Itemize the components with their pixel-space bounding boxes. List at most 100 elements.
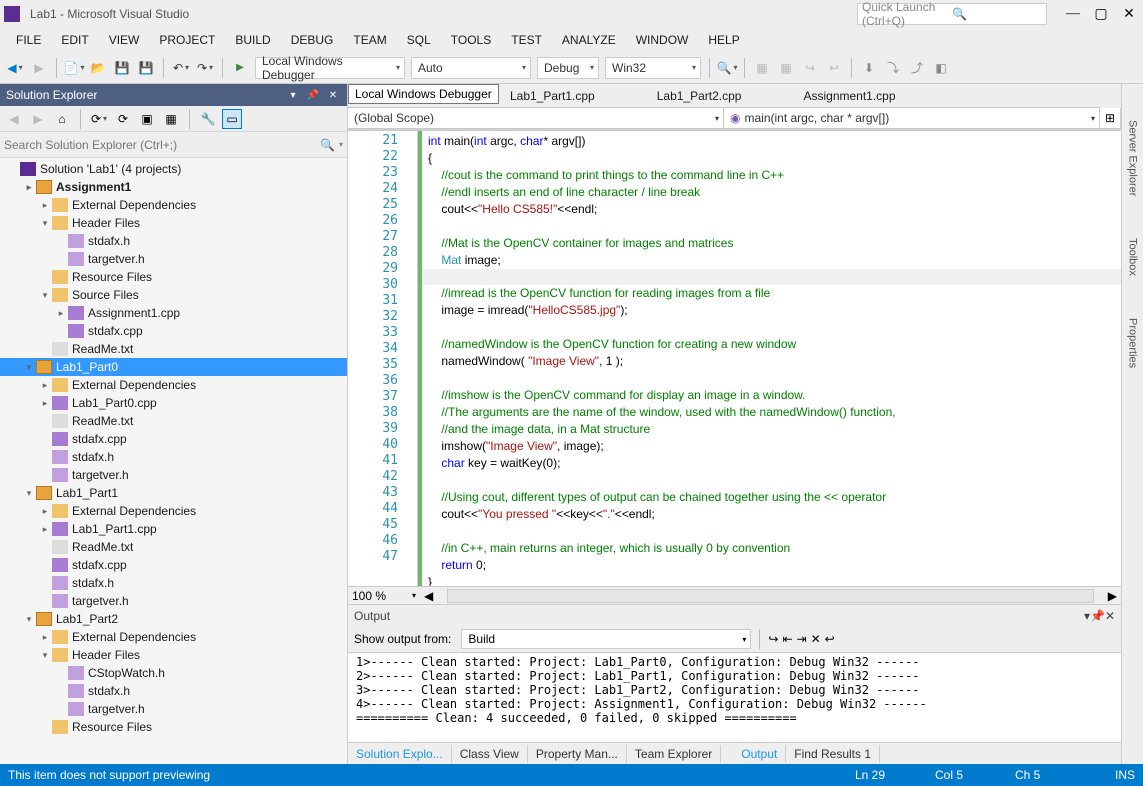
redo-button[interactable]: ↷ xyxy=(194,57,216,79)
step-into-button[interactable]: ⤵ xyxy=(882,57,904,79)
tree-node[interactable]: Solution 'Lab1' (4 projects) xyxy=(0,160,347,178)
tree-node[interactable]: targetver.h xyxy=(0,700,347,718)
tree-node[interactable]: ▸Assignment1 xyxy=(0,178,347,196)
back-icon[interactable]: ◀ xyxy=(4,109,24,129)
nav-fwd-button[interactable]: ▶ xyxy=(28,57,50,79)
tree-node[interactable]: ▾Header Files xyxy=(0,646,347,664)
maximize-button[interactable]: ▢ xyxy=(1091,4,1111,24)
menu-tools[interactable]: TOOLS xyxy=(441,30,501,50)
output-close-icon[interactable]: ✕ xyxy=(1105,609,1115,623)
minimize-button[interactable]: — xyxy=(1063,4,1083,24)
bottom-tab[interactable]: Output xyxy=(733,745,786,763)
editor-tab[interactable]: Assignment1.cpp xyxy=(791,86,907,106)
search-dropdown-icon[interactable]: ▾ xyxy=(339,140,343,149)
nav-back-button[interactable]: ◀ xyxy=(4,57,26,79)
refresh-icon[interactable]: ⟳ xyxy=(113,109,133,129)
tree-node[interactable]: stdafx.h xyxy=(0,448,347,466)
tree-node[interactable]: targetver.h xyxy=(0,466,347,484)
output-from-dropdown[interactable]: Build xyxy=(461,629,751,649)
goto-icon[interactable]: ↪ xyxy=(768,632,778,646)
menu-analyze[interactable]: ANALYZE xyxy=(552,30,626,50)
menu-team[interactable]: TEAM xyxy=(343,30,396,50)
tree-node[interactable]: ▾Source Files xyxy=(0,286,347,304)
quick-launch-input[interactable]: Quick Launch (Ctrl+Q) 🔍 xyxy=(857,3,1047,25)
next-msg-icon[interactable]: ⇥ xyxy=(797,632,807,646)
solution-tree[interactable]: Solution 'Lab1' (4 projects)▸Assignment1… xyxy=(0,158,347,764)
tree-node[interactable]: ▾Lab1_Part2 xyxy=(0,610,347,628)
rail-tab[interactable]: Properties xyxy=(1125,312,1141,374)
tree-node[interactable]: stdafx.h xyxy=(0,232,347,250)
tree-node[interactable]: ▸External Dependencies xyxy=(0,376,347,394)
scroll-right-icon[interactable]: ▶ xyxy=(1108,589,1117,603)
tree-node[interactable]: ▸External Dependencies xyxy=(0,628,347,646)
comment-button[interactable]: ▦ xyxy=(751,57,773,79)
menu-test[interactable]: TEST xyxy=(501,30,552,50)
sync-icon[interactable]: ⟳ xyxy=(89,109,109,129)
scope-dropdown[interactable]: (Global Scope) xyxy=(347,107,724,129)
save-all-button[interactable]: 💾 xyxy=(135,57,157,79)
prev-msg-icon[interactable]: ⇤ xyxy=(782,632,792,646)
solution-config-dropdown[interactable]: Auto xyxy=(411,57,531,79)
home-icon[interactable]: ⌂ xyxy=(52,109,72,129)
preview-icon[interactable]: ▭ xyxy=(222,109,242,129)
tree-node[interactable]: stdafx.cpp xyxy=(0,430,347,448)
tree-node[interactable]: stdafx.h xyxy=(0,682,347,700)
tree-node[interactable]: ▸Lab1_Part1.cpp xyxy=(0,520,347,538)
tree-node[interactable]: stdafx.h xyxy=(0,574,347,592)
tree-node[interactable]: CStopWatch.h xyxy=(0,664,347,682)
output-body[interactable]: 1>------ Clean started: Project: Lab1_Pa… xyxy=(348,652,1121,742)
open-file-button[interactable]: 📂 xyxy=(87,57,109,79)
panel-dropdown-icon[interactable]: ▾ xyxy=(285,87,301,103)
code-body[interactable]: int main(int argc, char* argv[]) { //cou… xyxy=(422,131,1121,586)
indent-button[interactable]: ↪ xyxy=(799,57,821,79)
bottom-tab[interactable]: Find Results 1 xyxy=(786,745,880,763)
tree-node[interactable]: Resource Files xyxy=(0,718,347,736)
show-all-icon[interactable]: ▦ xyxy=(161,109,181,129)
editor-tab[interactable]: Lab1_Part2.cpp xyxy=(645,86,754,106)
menu-sql[interactable]: SQL xyxy=(397,30,441,50)
zoom-dropdown-icon[interactable]: ▾ xyxy=(412,591,416,600)
bottom-tab[interactable]: Property Man... xyxy=(528,745,627,763)
split-icon[interactable]: ⊞ xyxy=(1099,107,1121,129)
start-debug-button[interactable]: ▶ xyxy=(229,57,251,79)
clear-icon[interactable]: ✕ xyxy=(811,632,821,646)
tree-node[interactable]: stdafx.cpp xyxy=(0,556,347,574)
menu-window[interactable]: WINDOW xyxy=(626,30,699,50)
pin-icon[interactable]: 📌 xyxy=(305,87,321,103)
outdent-button[interactable]: ↩ xyxy=(823,57,845,79)
menu-edit[interactable]: EDIT xyxy=(51,30,98,50)
menu-debug[interactable]: DEBUG xyxy=(281,30,344,50)
tree-node[interactable]: ▾Lab1_Part1 xyxy=(0,484,347,502)
collapse-icon[interactable]: ▣ xyxy=(137,109,157,129)
tree-node[interactable]: ▸External Dependencies xyxy=(0,196,347,214)
rail-tab[interactable]: Toolbox xyxy=(1125,232,1141,282)
fwd-icon[interactable]: ▶ xyxy=(28,109,48,129)
horizontal-scrollbar[interactable] xyxy=(447,589,1094,603)
step-out-button[interactable]: ⤴ xyxy=(906,57,928,79)
bottom-tab[interactable]: Class View xyxy=(452,745,528,763)
menu-file[interactable]: FILE xyxy=(6,30,51,50)
panel-close-icon[interactable]: ✕ xyxy=(325,87,341,103)
breakpoint-button[interactable]: ◧ xyxy=(930,57,952,79)
bottom-tab[interactable]: Team Explorer xyxy=(627,745,721,763)
properties-icon[interactable]: 🔧 xyxy=(198,109,218,129)
editor-tab[interactable]: Lab1_Part1.cpp xyxy=(498,86,607,106)
output-pin-icon[interactable]: 📌 xyxy=(1090,609,1105,623)
uncomment-button[interactable]: ▦ xyxy=(775,57,797,79)
menu-view[interactable]: VIEW xyxy=(99,30,150,50)
tree-node[interactable]: ReadMe.txt xyxy=(0,412,347,430)
solution-search-input[interactable] xyxy=(4,138,320,152)
function-dropdown[interactable]: ◉main(int argc, char * argv[]) xyxy=(723,107,1100,129)
menu-build[interactable]: BUILD xyxy=(225,30,280,50)
code-editor[interactable]: 2122232425262728293031323334353637383940… xyxy=(348,130,1121,586)
tree-node[interactable]: stdafx.cpp xyxy=(0,322,347,340)
tree-node[interactable]: ▸Assignment1.cpp xyxy=(0,304,347,322)
new-project-button[interactable]: 📄 xyxy=(63,57,85,79)
rail-tab[interactable]: Server Explorer xyxy=(1125,114,1141,202)
tree-node[interactable]: ▾Header Files xyxy=(0,214,347,232)
tree-node[interactable]: ReadMe.txt xyxy=(0,538,347,556)
word-wrap-icon[interactable]: ↩ xyxy=(825,632,835,646)
tree-node[interactable]: Resource Files xyxy=(0,268,347,286)
tree-node[interactable]: ▾Lab1_Part0 xyxy=(0,358,347,376)
tree-node[interactable]: ▸External Dependencies xyxy=(0,502,347,520)
